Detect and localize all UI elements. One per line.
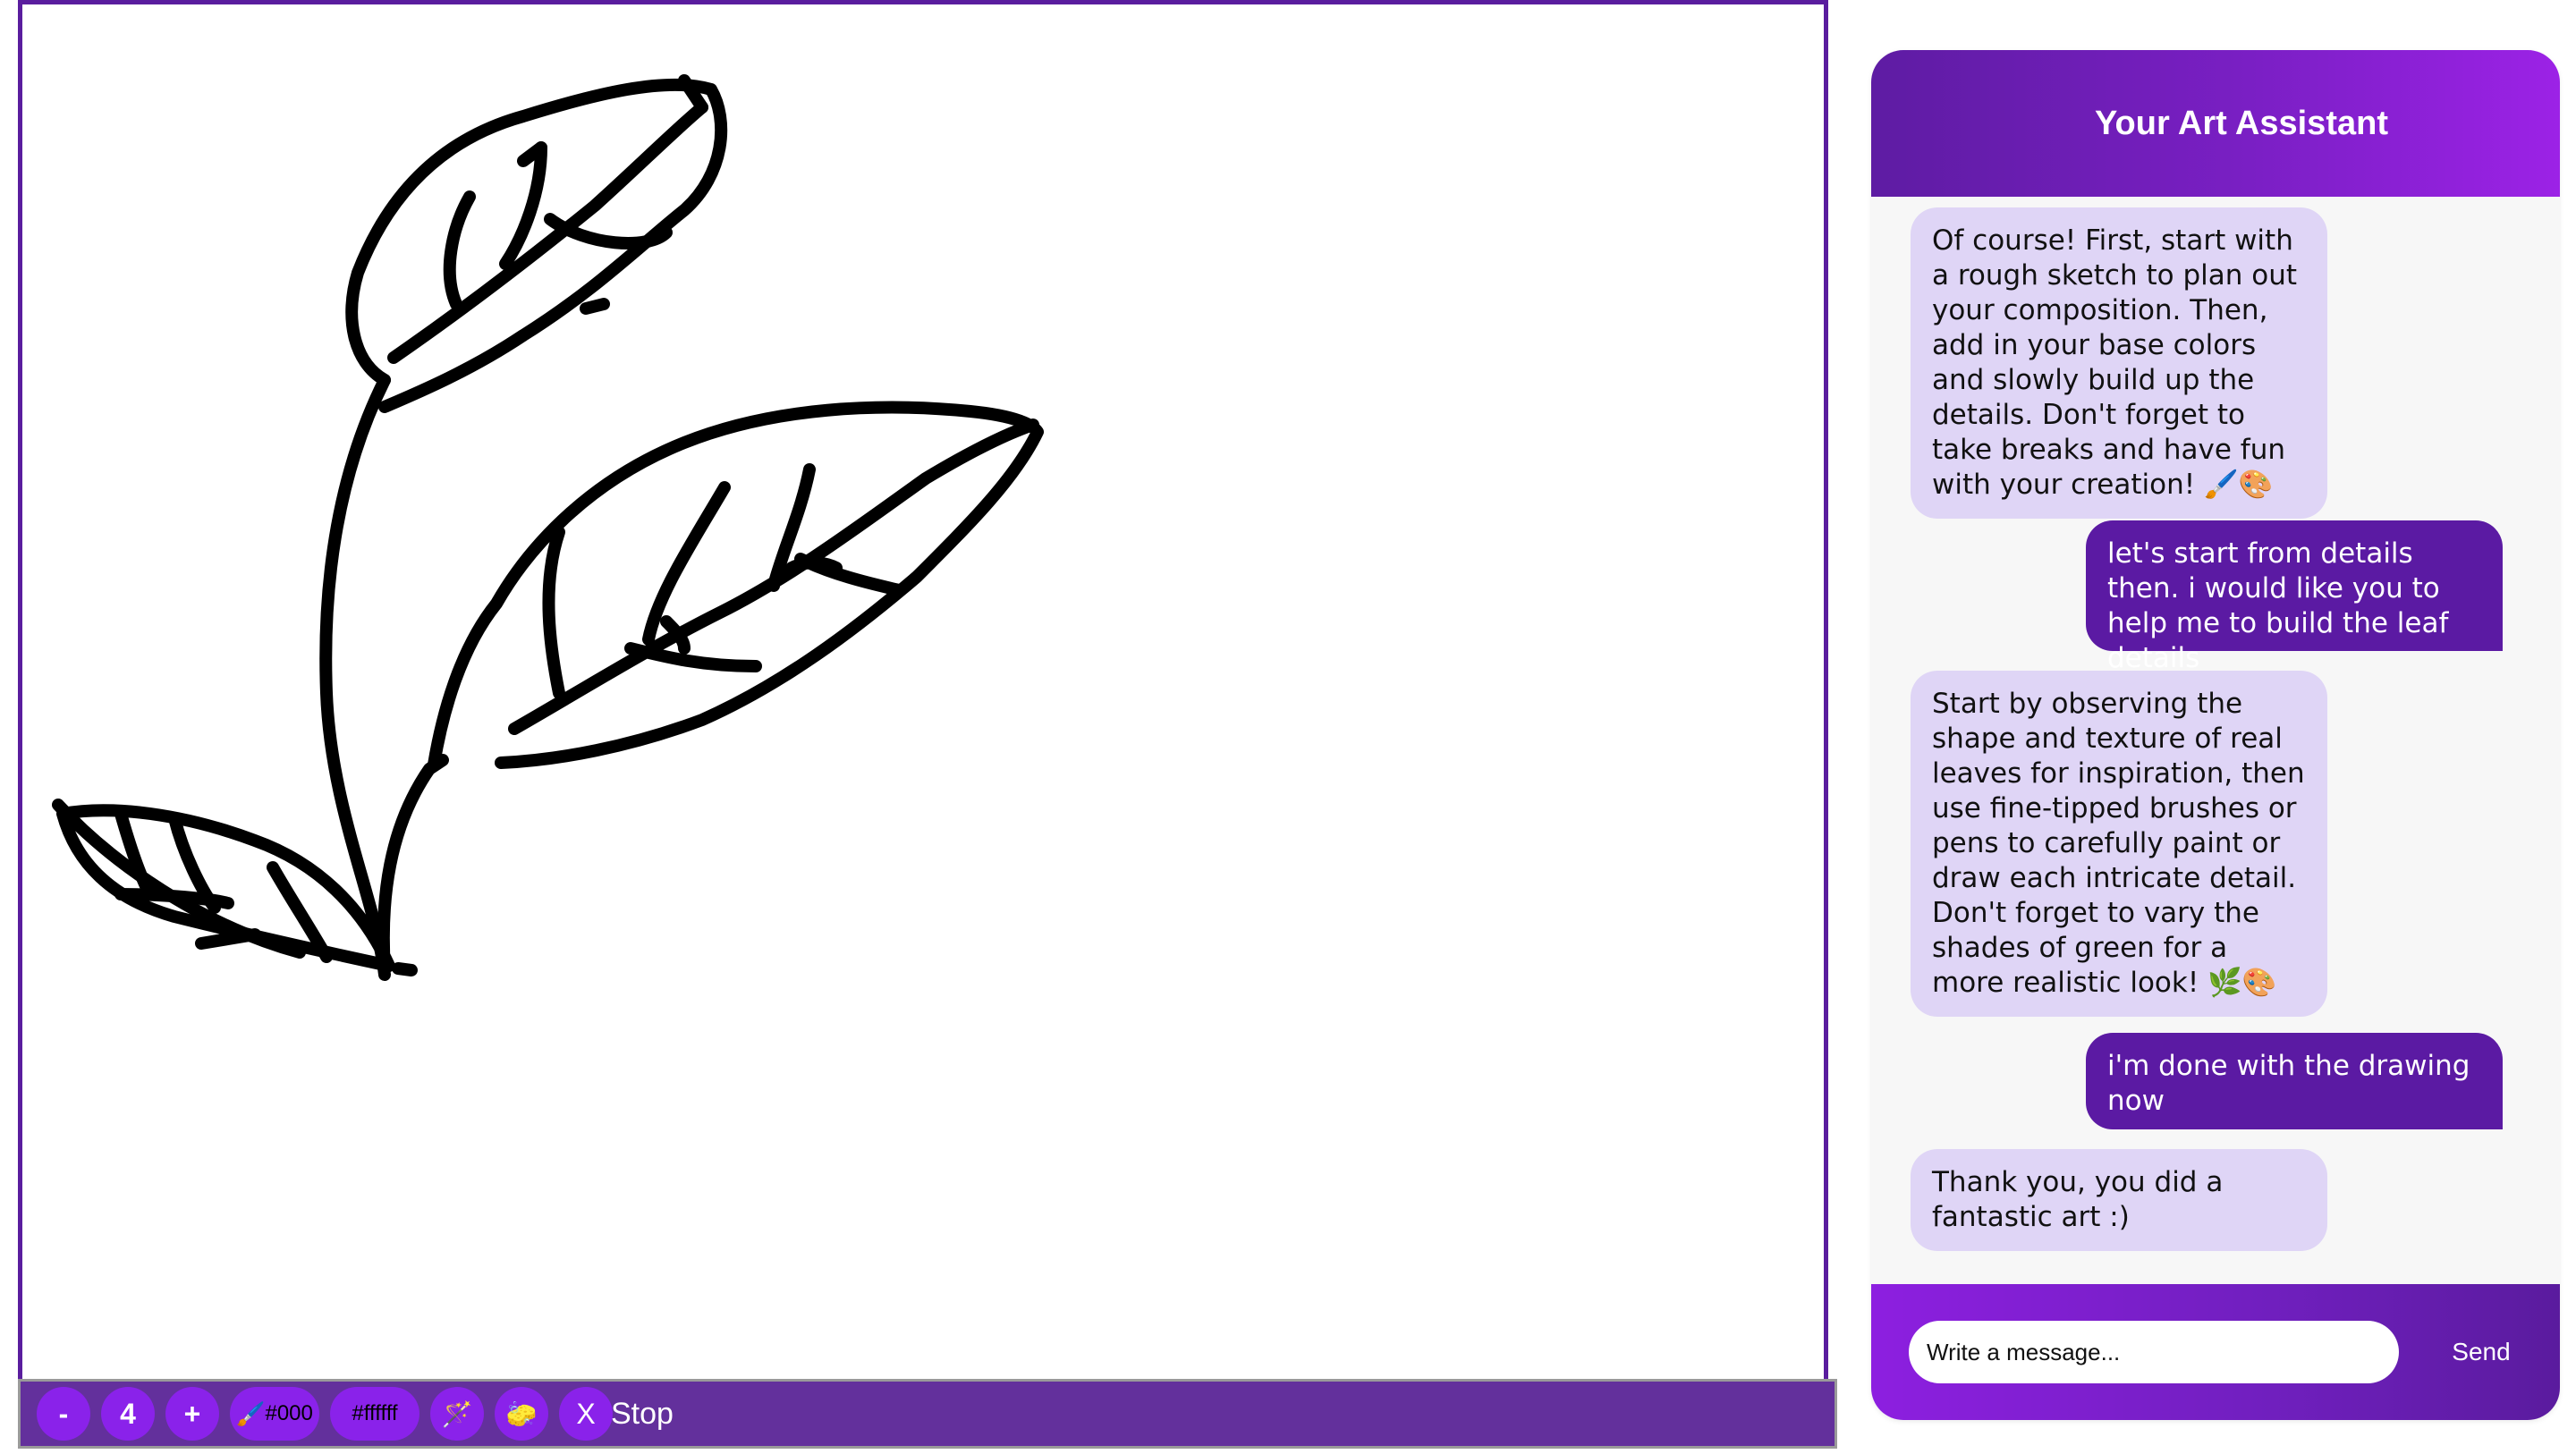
chat-panel: Your Art Assistant Of course! First, sta…: [1871, 50, 2560, 1420]
user-message: let's start from details then. i would l…: [2086, 520, 2503, 674]
clear-canvas-button[interactable]: X: [559, 1387, 613, 1441]
eraser-button[interactable]: 🧽: [495, 1387, 548, 1441]
brush-color-picker[interactable]: 🖌️ #000: [230, 1387, 319, 1441]
brush-size-display: 4: [101, 1387, 155, 1441]
message-list[interactable]: Of course! First, start with a rough ske…: [1871, 197, 2560, 1332]
bot-message: Start by observing the shape and texture…: [1911, 671, 2327, 1017]
background-color-picker[interactable]: #ffffff: [330, 1387, 419, 1441]
chat-header: Your Art Assistant: [1871, 50, 2560, 197]
stop-button[interactable]: Stop: [611, 1397, 674, 1432]
chat-title: Your Art Assistant: [2095, 104, 2388, 142]
drawing-toolbar: - 4 + 🖌️ #000 #ffffff 🪄 🧽 X Stop: [18, 1379, 1837, 1449]
leaf-sketch: [52, 74, 1044, 981]
chat-input-bar: Send: [1871, 1284, 2560, 1420]
brush-color-value: #000: [265, 1401, 313, 1425]
magic-wand-button[interactable]: 🪄: [430, 1387, 484, 1441]
message-input[interactable]: [1909, 1321, 2399, 1383]
send-button[interactable]: Send: [2436, 1334, 2526, 1370]
bot-message: Thank you, you did a fantastic art :): [1911, 1149, 2327, 1251]
drawing-canvas[interactable]: [18, 0, 1828, 1379]
paintbrush-icon: 🖌️: [236, 1399, 266, 1427]
decrease-brush-size-button[interactable]: -: [37, 1387, 90, 1441]
increase-brush-size-button[interactable]: +: [165, 1387, 219, 1441]
magic-wand-icon: 🪄: [441, 1399, 473, 1428]
user-message: i'm done with the drawing now: [2086, 1033, 2503, 1129]
eraser-icon: 🧽: [505, 1399, 538, 1428]
background-color-value: #ffffff: [352, 1401, 398, 1425]
bot-message: Of course! First, start with a rough ske…: [1911, 207, 2327, 519]
